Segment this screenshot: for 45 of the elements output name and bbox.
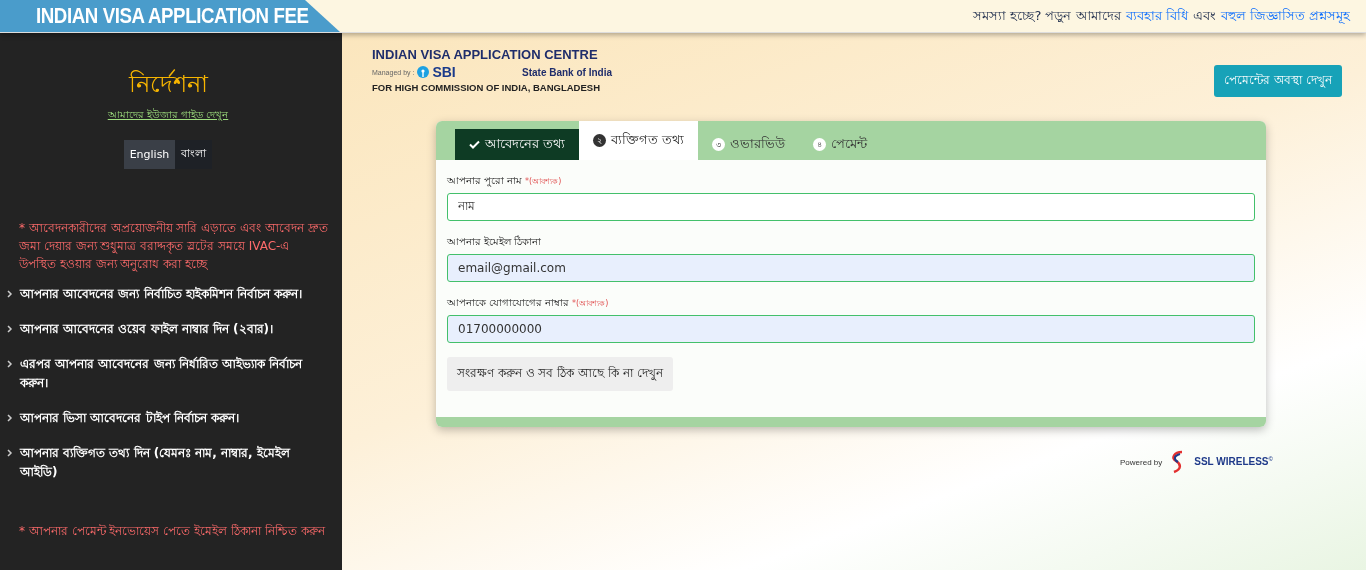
- step-tab[interactable]: আবেদনের তথ্য: [455, 129, 579, 160]
- help-text: এবং: [1192, 6, 1216, 25]
- step-tab[interactable]: ৩ ওভারভিউ: [697, 129, 799, 160]
- instruction-step: আপনার আবেদনের ওয়েব ফাইল নাম্বার দিন (২বার)।: [20, 320, 274, 339]
- chevron-icon: [6, 360, 14, 368]
- field-label: আপনার পুরো নাম: [447, 174, 523, 189]
- app-title-banner: INDIAN VISA APPLICATION FEE: [0, 0, 340, 32]
- sbi-logo-text: SBI: [432, 64, 456, 80]
- save-button[interactable]: সংরক্ষণ করুন ও সব ঠিক আছে কি না দেখুন: [447, 357, 673, 391]
- step-tab[interactable]: ৪ পেমেন্ট: [798, 129, 881, 160]
- chevron-icon: [6, 414, 14, 422]
- input-field[interactable]: 01700000000: [447, 315, 1255, 343]
- user-guide-link[interactable]: আমাদের ইউজার গাইড দেখুন: [107, 107, 229, 124]
- help-link[interactable]: ব্যবহার বিধি: [1125, 5, 1188, 27]
- step-number: ২: [593, 134, 606, 147]
- input-field[interactable]: email@gmail.com: [447, 254, 1255, 282]
- chevron-icon: [6, 449, 14, 457]
- logo-icon: [417, 66, 430, 78]
- chevron-icon: [6, 325, 14, 333]
- help-text: সমস্যা হচ্ছে? পড়ুন আমাদের: [973, 6, 1121, 25]
- check-icon: [469, 140, 480, 149]
- powered-by-text: Powered by: [1120, 457, 1163, 467]
- brand-subtitle: FOR HIGH COMMISSION OF INDIA, BANGLADESH: [372, 82, 600, 93]
- notice-text: * আপনার পেমেন্ট ইনভোয়েস পেতে ইমেইল ঠিকানা নিশ্চিত করুন: [18, 523, 327, 540]
- instruction-step: আপনার আবেদনের জন্য নির্বাচিত হাইকমিশন নির্বাচন করুন।: [20, 285, 303, 304]
- field-label: আপনাকে যোগাযোগের নাম্বার: [447, 296, 570, 310]
- instruction-step: আপনার ভিসা আবেদনের টাইপ নির্বাচন করুন।: [20, 409, 239, 428]
- bank-name: State Bank of India: [522, 66, 612, 78]
- help-link[interactable]: বহুল জিজ্ঞাসিত প্রশ্নসমূহ: [1220, 5, 1350, 27]
- required-note: *(আবশ্যক): [572, 298, 609, 310]
- language-button[interactable]: English: [123, 140, 176, 169]
- step-number: ৪: [812, 138, 826, 151]
- instruction-step: আপনার ব্যক্তিগত তথ্য দিন (যেমনঃ নাম, নাম্বার, ইমেইল আইডি): [20, 444, 330, 482]
- sidebar-title: নির্দেশনা: [128, 68, 208, 100]
- instruction-step: এরপর আপনার আবেদনের জন্য নির্ধারিত আইভ্যাক নির্বাচন করুন।: [20, 355, 330, 393]
- chevron-icon: [6, 290, 14, 298]
- step-tab[interactable]: ২ ব্যক্তিগত তথ্য: [579, 121, 698, 160]
- brand-title: INDIAN VISA APPLICATION CENTRE: [372, 47, 598, 62]
- ssl-wireless-logo-text: SSL WIRELESS$^{©}$: [1194, 456, 1273, 468]
- notice-text: * আবেদনকারীদের অপ্রয়োজনীয় সারি এড়াতে এবং আবেদন দ্রুত জমা দেয়ার জন্য শুধুমাত্র বরাদ্দকৃত স্লটের সময়ে IVAC-এ উপস্থিত হওয়ার জন্য অনুরোধ করা হচ্ছে: [18, 220, 329, 273]
- step-number: ৩: [711, 138, 725, 151]
- language-button[interactable]: বাংলা: [175, 140, 213, 169]
- field-label: আপনার ইমেইল ঠিকানা: [447, 235, 542, 249]
- required-note: *(আবশ্যক): [525, 176, 562, 188]
- input-field[interactable]: নাম: [447, 193, 1255, 221]
